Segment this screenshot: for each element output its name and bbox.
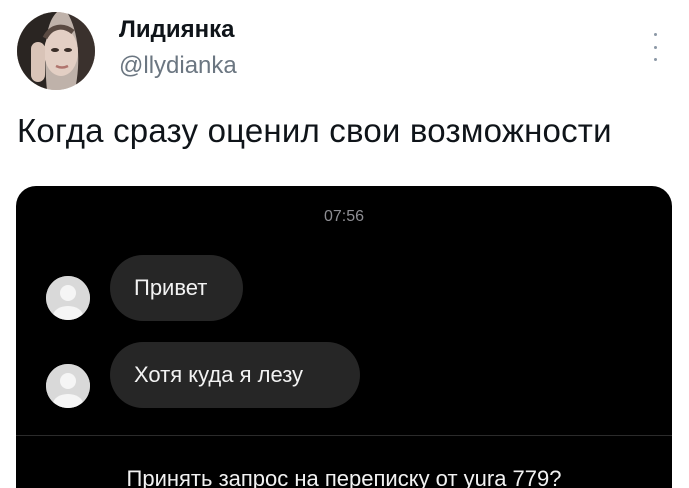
person-placeholder-icon xyxy=(46,364,90,408)
tweet-text: Когда сразу оценил свои возможности xyxy=(17,112,612,149)
message-bubble: Привет xyxy=(110,255,243,321)
author-photo xyxy=(17,12,95,90)
message-bubble: Хотя куда я лезу xyxy=(110,342,360,408)
person-placeholder-icon xyxy=(46,276,90,320)
author-name[interactable]: Лидиянка xyxy=(119,16,234,44)
message-text: Хотя куда я лезу xyxy=(134,362,304,387)
message-time: 07:56 xyxy=(323,208,365,225)
message-request-prompt: Принять запрос на переписку от yura 779? xyxy=(126,466,562,488)
author-handle[interactable]: @llydianka xyxy=(119,52,237,80)
divider xyxy=(16,435,672,436)
dm-screenshot[interactable]: 07:56 Привет Хотя куда я лезу Принять за… xyxy=(16,186,672,488)
more-vertical-icon[interactable] xyxy=(648,33,662,61)
message-text: Привет xyxy=(134,275,208,300)
author-avatar[interactable] xyxy=(17,12,95,90)
